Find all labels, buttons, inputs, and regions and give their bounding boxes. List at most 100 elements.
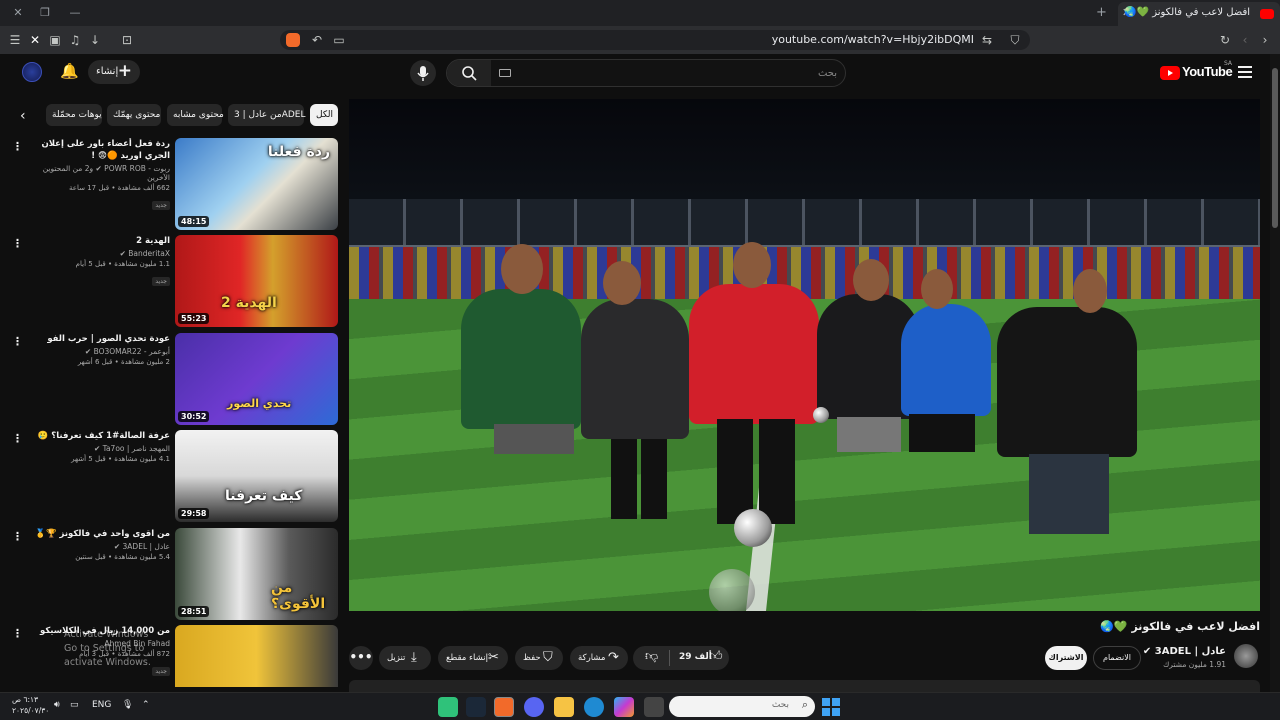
video-title[interactable]: الهدية 2 xyxy=(24,235,170,247)
reader-mode-icon[interactable]: ▭ xyxy=(330,31,348,49)
steam-icon[interactable] xyxy=(466,697,486,717)
list-item[interactable]: ⋮ الهدية 2 BanderitaX ✔ 1.1 مليون مشاهدة… xyxy=(0,235,340,329)
chip-all[interactable]: الكل xyxy=(310,104,338,126)
forward-icon[interactable]: ‹ xyxy=(1236,31,1254,49)
extension-x-icon[interactable]: ✕ xyxy=(26,31,44,49)
back-icon[interactable]: › xyxy=(1256,31,1274,49)
display-icon[interactable]: ▭ xyxy=(70,700,79,710)
video-thumbnail[interactable]: ردة فعلنا 48:15 xyxy=(175,138,338,230)
video-title-main: افضل لاعب في فالكونز 💚🌏 xyxy=(1100,620,1260,633)
app-icon-green[interactable] xyxy=(438,697,458,717)
video-title[interactable]: عودة تحدي الصور | حرب الفو xyxy=(24,333,170,345)
like-count[interactable]: 29 ألف xyxy=(679,652,712,662)
more-options-icon[interactable]: ⋮ xyxy=(12,627,23,640)
create-button[interactable]: إنشاء + xyxy=(88,60,140,84)
download-icon[interactable]: ↓ xyxy=(86,31,104,49)
like-icon[interactable]: 👍︎ xyxy=(709,649,723,664)
window-close-icon[interactable]: ✕ xyxy=(10,5,26,21)
account-avatar[interactable] xyxy=(22,62,42,82)
taskbar-search[interactable]: بحث ⌕ xyxy=(669,696,815,717)
address-bar[interactable]: ↶ ▭ youtube.com/watch?v=Hbjy2ibDQMI ⇆ xyxy=(280,30,1030,50)
screenshot-icon[interactable]: ⊡ xyxy=(118,31,136,49)
windows-start-icon[interactable] xyxy=(822,698,840,716)
discord-icon[interactable] xyxy=(524,697,544,717)
list-item[interactable]: ⋮ عودة تحدي الصور | حرب الفو أبوعمر - BO… xyxy=(0,333,340,427)
window-restore-icon[interactable]: ❐ xyxy=(37,5,53,21)
new-tab-button[interactable]: + xyxy=(1096,5,1107,20)
menu-icon[interactable]: ☰ xyxy=(6,31,24,49)
edge-icon[interactable] xyxy=(584,697,604,717)
more-options-icon[interactable]: ⋮ xyxy=(12,530,23,543)
notifications-bell-icon[interactable]: 🔔 xyxy=(60,62,79,80)
task-view-icon[interactable] xyxy=(644,697,664,717)
volume-icon[interactable]: 🔊︎ xyxy=(54,700,60,710)
more-options-icon[interactable]: ⋮ xyxy=(12,237,23,250)
brave-shield-icon[interactable] xyxy=(286,33,300,47)
reload-icon[interactable]: ↻ xyxy=(1216,31,1234,49)
more-actions-button[interactable]: ••• xyxy=(349,646,373,670)
file-explorer-icon[interactable] xyxy=(554,697,574,717)
tray-overflow-icon[interactable]: ⌃ xyxy=(142,700,150,710)
save-button[interactable]: حفظ ⛉ xyxy=(515,646,563,670)
channel-avatar[interactable] xyxy=(1234,644,1258,668)
channel-name[interactable]: BanderitaX ✔ xyxy=(24,249,170,258)
guide-menu-icon[interactable] xyxy=(1238,66,1252,78)
description-box[interactable] xyxy=(349,680,1260,692)
chip-uploaded[interactable]: فيديوهات محمّلة xyxy=(46,104,102,126)
copilot-icon[interactable] xyxy=(614,697,634,717)
video-thumbnail[interactable]: من الأقوى؟ 28:51 xyxy=(175,528,338,620)
search-button[interactable] xyxy=(447,60,491,86)
video-player[interactable] xyxy=(349,99,1260,611)
browser-tab-active[interactable]: ✕ افضل لاعب في فالكونز 💚🌏 xyxy=(1118,2,1280,26)
video-thumbnail[interactable] xyxy=(175,625,338,687)
clip-button[interactable]: إنشاء مقطع ✂ xyxy=(438,646,508,670)
site-settings-icon[interactable]: ⇆ xyxy=(978,31,996,49)
more-options-icon[interactable]: ⋮ xyxy=(12,335,23,348)
language-indicator[interactable]: ENG xyxy=(92,700,111,710)
chip-from-channel[interactable]: من عادل | 3ADEL xyxy=(228,104,305,126)
sidebar-icon[interactable]: ▣ xyxy=(46,31,64,49)
list-item[interactable]: ⋮ من اقوى واحد في فالكونز 🏆🥇 عادل | 3ADE… xyxy=(0,528,340,622)
back-history-icon[interactable]: ↶ xyxy=(308,31,326,49)
download-button[interactable]: تنزيل ⤓ xyxy=(379,646,431,670)
dislike-icon[interactable]: 👎︎ xyxy=(645,649,658,664)
duration-badge: 30:52 xyxy=(178,411,210,422)
person-leg xyxy=(641,439,667,519)
window-minimize-icon[interactable]: — xyxy=(67,5,83,21)
subscribe-button[interactable]: الاشتراك xyxy=(1045,646,1087,670)
video-title[interactable]: ردة فعل أعضاء باور على إعلان الجري اوريد… xyxy=(24,138,170,162)
video-title[interactable]: عرفة الصالة#1 كيف تعرفنا؟ 🥲 xyxy=(24,430,170,442)
share-button[interactable]: مشاركة ↷ xyxy=(570,646,628,670)
channel-name[interactable]: المهجد ناصر | Ta7oo ✔ xyxy=(24,444,170,453)
list-item[interactable]: ⋮ ردة فعل أعضاء باور على إعلان الجري اور… xyxy=(0,138,340,232)
more-options-icon[interactable]: ⋮ xyxy=(12,432,23,445)
video-title[interactable]: من اقوى واحد في فالكونز 🏆🥇 xyxy=(24,528,170,540)
system-clock[interactable]: ٦:١٣ ص ٢٠٢٥/٠٧/٣٠ xyxy=(12,694,49,716)
share-icon: ↷ xyxy=(608,650,619,665)
person-head xyxy=(853,259,889,301)
region-code: SA xyxy=(1224,60,1233,67)
chip-relevant[interactable]: محتوى يهمّك xyxy=(107,104,161,126)
list-item[interactable]: ⋮ عرفة الصالة#1 كيف تعرفنا؟ 🥲 المهجد ناص… xyxy=(0,430,340,524)
channel-name[interactable]: أبوعمر - BO3OMAR22 ✔ xyxy=(24,347,170,356)
channel-name[interactable]: ربوت - POWR ROB ✔ و2 من المحتوين الآخرين xyxy=(24,164,170,182)
voice-search-button[interactable] xyxy=(410,60,436,86)
join-button[interactable]: الانضمام xyxy=(1093,646,1141,670)
video-thumbnail[interactable]: كيف تعرفنا 29:58 xyxy=(175,430,338,522)
url-text[interactable]: youtube.com/watch?v=Hbjy2ibDQMI xyxy=(772,33,974,46)
chips-scroll-left-icon[interactable]: ‹ xyxy=(20,108,26,124)
bookmark-icon[interactable]: ⛉ xyxy=(1006,31,1024,49)
channel-name[interactable]: عادل | 3ADEL ✔ xyxy=(24,542,170,551)
channel-name-main[interactable]: عادل | 3ADEL ✔ xyxy=(1143,646,1226,657)
page-scrollbar-thumb[interactable] xyxy=(1272,68,1278,228)
video-thumbnail[interactable]: الهدية 2 55:23 xyxy=(175,235,338,327)
person-shorts xyxy=(909,414,975,452)
video-meta: 662 ألف مشاهدة • قبل 17 ساعة xyxy=(69,184,170,192)
video-thumbnail[interactable]: تحدي الصور 30:52 xyxy=(175,333,338,425)
chip-similar[interactable]: محتوى مشابه xyxy=(167,104,224,126)
more-options-icon[interactable]: ⋮ xyxy=(12,140,23,153)
microphone-tray-icon[interactable]: 🎙︎ xyxy=(122,700,133,710)
music-icon[interactable]: ♫ xyxy=(66,31,84,49)
search-input[interactable] xyxy=(495,64,837,82)
brave-browser-icon[interactable] xyxy=(494,697,514,717)
